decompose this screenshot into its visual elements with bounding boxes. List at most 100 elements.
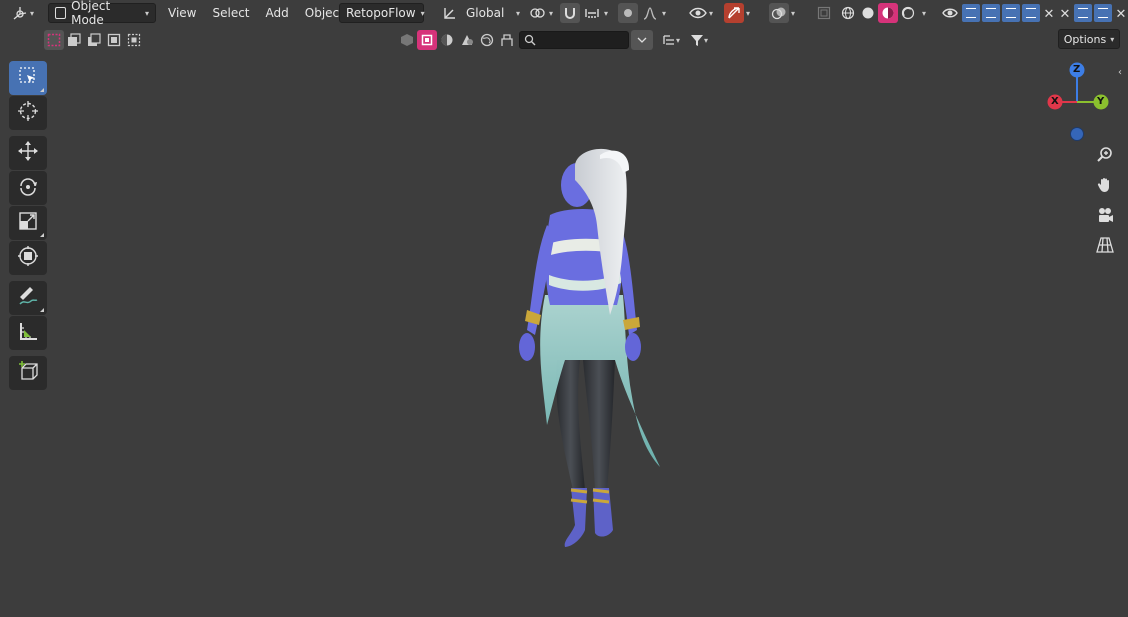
orientation-icon xyxy=(440,3,460,23)
select-extend-icon[interactable] xyxy=(64,30,84,50)
chevron-down-icon: ▾ xyxy=(675,35,680,45)
wireframe-shading-icon[interactable] xyxy=(838,3,858,23)
mode-label: Object Mode xyxy=(71,0,111,27)
chevron-down-icon: ▾ xyxy=(144,8,149,18)
zoom-icon xyxy=(1096,146,1114,168)
chevron-down-icon[interactable]: ▾ xyxy=(922,9,926,18)
axis-neg-z-handle xyxy=(1070,127,1084,141)
sidebar-toggle-chevron-icon[interactable]: ‹ xyxy=(1118,67,1122,78)
tool-move[interactable] xyxy=(9,136,47,170)
tool-add-cube[interactable] xyxy=(9,356,47,390)
visibility-eye-icon[interactable] xyxy=(940,3,960,23)
menu-add[interactable]: Add xyxy=(258,3,297,23)
grid-perspective-icon xyxy=(1096,236,1114,258)
editor-type-button[interactable]: ▾ xyxy=(10,3,34,23)
navigation-gizmo[interactable]: Z X Y xyxy=(1040,60,1116,146)
axis-y-label: Y xyxy=(1097,96,1105,107)
select-new-icon[interactable] xyxy=(44,30,64,50)
cursor-icon xyxy=(17,100,39,126)
tool-shelf xyxy=(9,61,47,391)
mode-dropdown[interactable]: Object Mode ▾ xyxy=(48,0,156,27)
chevron-down-icon: ▾ xyxy=(703,35,708,45)
sort-dropdown[interactable]: ▾ xyxy=(657,30,685,50)
select-subtract-icon[interactable] xyxy=(84,30,104,50)
rotate-icon xyxy=(17,175,39,201)
area-split-icon[interactable] xyxy=(1022,4,1040,22)
options-label: Options xyxy=(1063,32,1107,46)
tool-transform[interactable] xyxy=(9,241,47,275)
menu-view[interactable]: View xyxy=(160,3,204,23)
options-dropdown[interactable]: Options ▾ xyxy=(1058,29,1120,49)
select-invert-icon[interactable] xyxy=(104,30,124,50)
chevron-down-icon: ▾ xyxy=(30,8,35,18)
rendered-shading-icon[interactable] xyxy=(898,3,918,23)
object-filter-active-icon[interactable] xyxy=(417,30,437,50)
area-split-icon[interactable] xyxy=(1074,4,1092,22)
snap-increment-icon[interactable] xyxy=(582,3,602,23)
gizmo-toggle-icon[interactable] xyxy=(724,3,744,23)
close-icon[interactable]: ✕ xyxy=(1114,4,1128,24)
material-sphere-icon[interactable] xyxy=(437,30,457,50)
axis-z-label: Z xyxy=(1073,64,1081,75)
chevron-down-icon[interactable]: ▾ xyxy=(662,9,666,18)
scene-icon[interactable] xyxy=(497,30,517,50)
xray-toggle-icon[interactable] xyxy=(814,3,834,23)
close-icon[interactable]: ✕ xyxy=(1042,4,1056,24)
menu-select[interactable]: Select xyxy=(204,3,257,23)
tool-annotate[interactable] xyxy=(9,281,47,315)
tool-scale[interactable] xyxy=(9,206,47,240)
area-split-icon[interactable] xyxy=(982,4,1000,22)
world-icon[interactable] xyxy=(477,30,497,50)
perspective-toggle-button[interactable] xyxy=(1093,235,1117,259)
overlays-icon[interactable] xyxy=(769,3,789,23)
select-intersect-icon[interactable] xyxy=(124,30,144,50)
pan-button[interactable] xyxy=(1093,175,1117,199)
proportional-edit-icon[interactable] xyxy=(618,3,638,23)
falloff-curve-icon[interactable] xyxy=(640,3,660,23)
character-model[interactable] xyxy=(505,145,675,555)
material-preview-icon[interactable] xyxy=(878,3,898,23)
chevron-down-icon[interactable]: ▾ xyxy=(746,9,750,18)
tool-cursor[interactable] xyxy=(9,96,47,130)
tool-select-box[interactable] xyxy=(9,61,47,95)
snap-group: ▾ xyxy=(560,3,608,23)
camera-icon xyxy=(1096,206,1114,228)
axis-x-label: X xyxy=(1051,96,1059,107)
texture-paint-icon[interactable] xyxy=(457,30,477,50)
close-icon[interactable]: ✕ xyxy=(1058,4,1072,24)
3d-viewport[interactable]: ▾ Object Mode ▾ View Select Add Object R… xyxy=(0,0,1128,617)
retopoflow-dropdown[interactable]: RetopoFlow ▾ xyxy=(339,3,425,23)
search-input[interactable] xyxy=(519,31,629,49)
camera-view-button[interactable] xyxy=(1093,205,1117,229)
chevron-down-icon: ▾ xyxy=(549,8,554,18)
mesh-object-icon[interactable] xyxy=(397,30,417,50)
chevron-down-icon[interactable]: ▾ xyxy=(604,9,608,18)
tool-measure[interactable] xyxy=(9,316,47,350)
filter-dropdown[interactable]: ▾ xyxy=(685,30,713,50)
select-box-icon xyxy=(18,66,38,90)
tool-options-corner xyxy=(40,308,44,312)
area-split-icon[interactable] xyxy=(962,4,980,22)
zoom-button[interactable] xyxy=(1093,145,1117,169)
scale-icon xyxy=(17,210,39,236)
retopoflow-label: RetopoFlow xyxy=(346,6,416,20)
area-split-icon[interactable] xyxy=(1002,4,1020,22)
solid-shading-icon[interactable] xyxy=(858,3,878,23)
measure-ruler-icon xyxy=(17,320,39,346)
collapse-toggle-icon[interactable] xyxy=(631,30,653,50)
transform-icon xyxy=(17,245,39,271)
area-split-group: ✕ ✕ ✕ ✕ ✕ xyxy=(962,4,1128,24)
selection-mode-group xyxy=(44,29,144,51)
area-split-icon[interactable] xyxy=(1094,4,1112,22)
transform-orientation-dropdown[interactable]: Global ▾ xyxy=(440,3,520,23)
pivot-icon xyxy=(527,3,547,23)
editor-type-icon xyxy=(10,3,30,23)
tool-options-corner xyxy=(40,233,44,237)
tool-rotate[interactable] xyxy=(9,171,47,205)
chevron-down-icon: ▾ xyxy=(420,8,425,18)
pivot-point-dropdown[interactable]: ▾ xyxy=(527,3,553,23)
shading-mode-group: ▾ xyxy=(838,3,926,23)
visibility-dropdown[interactable]: ▾ xyxy=(688,3,713,23)
snap-toggle-magnet-icon[interactable] xyxy=(560,3,580,23)
chevron-down-icon[interactable]: ▾ xyxy=(791,9,795,18)
